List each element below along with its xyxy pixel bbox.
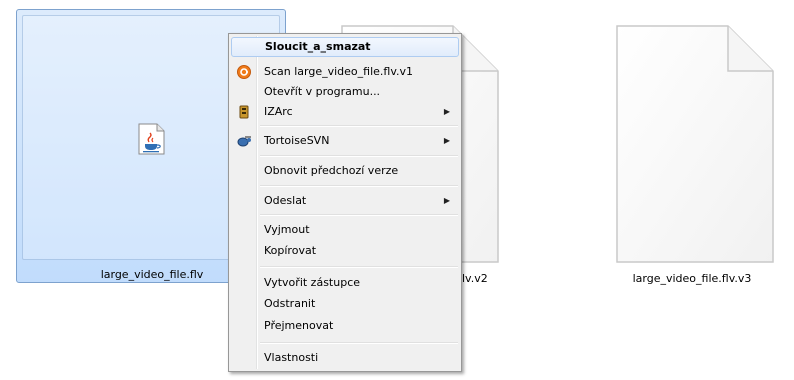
menu-item-label: Scan large_video_file.flv.v1 (264, 65, 413, 78)
menu-item-label: Vyjmout (264, 223, 310, 236)
menu-item-label: IZArc (264, 105, 293, 118)
menu-separator (260, 185, 458, 187)
menu-item-odstranit[interactable]: Odstranit (231, 294, 459, 314)
menu-item-label: Sloucit_a_smazat (265, 40, 371, 53)
menu-item-tortoisesvn[interactable]: TortoiseSVN ▶ (231, 131, 459, 151)
menu-item-label: TortoiseSVN (264, 134, 330, 147)
menu-item-kopirovat[interactable]: Kopírovat (231, 241, 459, 261)
file-label-v2: lv.v2 (462, 272, 488, 285)
antivirus-icon (237, 65, 251, 79)
menu-separator (260, 214, 458, 216)
menu-item-vlastnosti[interactable]: Vlastnosti (231, 348, 459, 368)
menu-item-vytvorit-zastupce[interactable]: Vytvořit zástupce (231, 273, 459, 293)
menu-item-label: Obnovit předchozí verze (264, 164, 399, 177)
menu-item-label: Otevřít v programu... (264, 85, 381, 98)
submenu-arrow-icon: ▶ (443, 196, 450, 205)
menu-item-odeslat[interactable]: Odeslat ▶ (231, 191, 459, 211)
menu-item-prejmenovat[interactable]: Přejmenovat (231, 316, 459, 336)
menu-item-sloucit-a-smazat[interactable]: Sloucit_a_smazat (231, 37, 459, 57)
izarc-icon (239, 105, 249, 119)
menu-item-label: Odstranit (264, 297, 316, 310)
context-menu: Sloucit_a_smazat Scan large_video_file.f… (228, 33, 462, 372)
menu-item-vyjmout[interactable]: Vyjmout (231, 220, 459, 240)
submenu-arrow-icon: ▶ (443, 136, 450, 145)
file-label-v3: large_video_file.flv.v3 (632, 272, 752, 285)
menu-item-label: Vlastnosti (264, 351, 319, 364)
tortoisesvn-icon (237, 136, 251, 147)
menu-item-label: Vytvořit zástupce (264, 276, 361, 289)
menu-item-scan[interactable]: Scan large_video_file.flv.v1 (231, 62, 459, 82)
menu-item-otevrit-v-programu[interactable]: Otevřít v programu... (231, 82, 459, 102)
menu-item-label: Kopírovat (264, 244, 317, 257)
menu-separator (260, 342, 458, 344)
submenu-arrow-icon: ▶ (443, 107, 450, 116)
menu-separator (260, 125, 458, 127)
menu-separator (260, 155, 458, 157)
menu-item-label: Přejmenovat (264, 319, 334, 332)
menu-item-label: Odeslat (264, 194, 307, 207)
menu-item-obnovit-predchozi-verze[interactable]: Obnovit předchozí verze (231, 161, 459, 181)
menu-separator (260, 266, 458, 268)
menu-item-izarc[interactable]: IZArc ▶ (231, 102, 459, 122)
file-tile-v3[interactable]: large_video_file.flv.v3 (592, 10, 792, 290)
java-file-icon (138, 123, 165, 155)
blank-document-icon (616, 25, 774, 263)
